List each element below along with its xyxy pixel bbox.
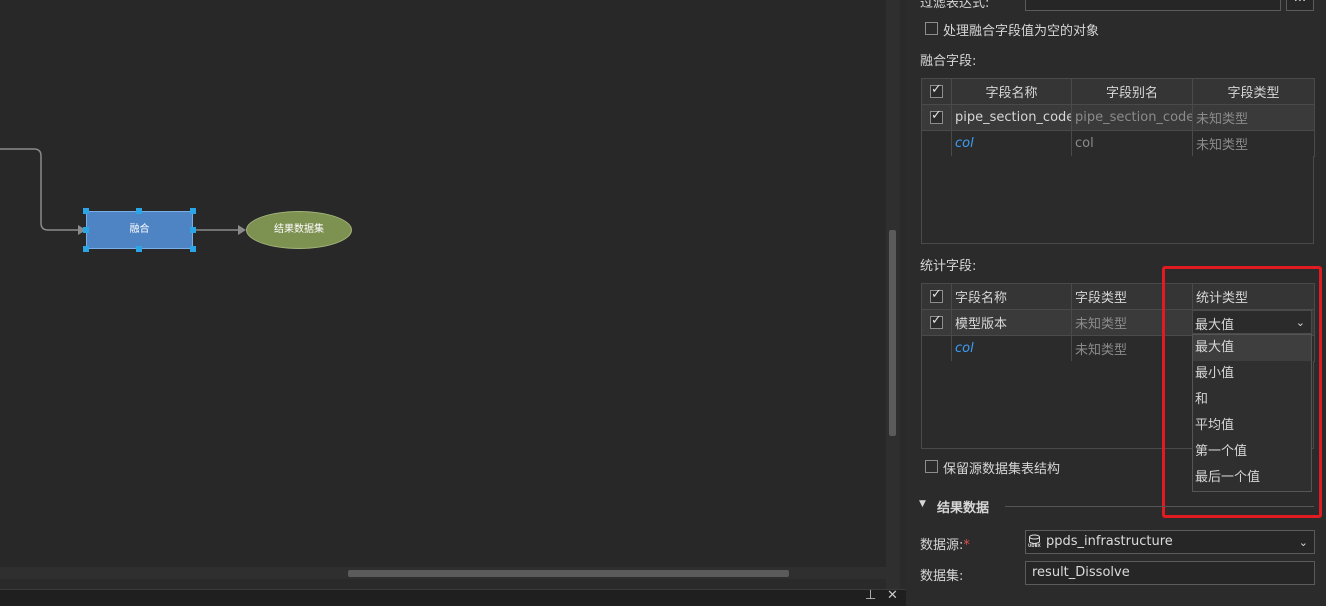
database-icon: UDBX <box>1028 534 1041 549</box>
field-alias-cell: pipe_section_code <box>1071 104 1193 131</box>
table-row[interactable]: pipe_section_code pipe_section_code 未知类型 <box>921 104 1315 131</box>
resize-handle[interactable] <box>190 246 196 252</box>
datasource-combobox[interactable]: UDBX ppds_infrastructure ⌄ <box>1025 530 1315 554</box>
keep-structure-checkbox[interactable] <box>925 460 938 473</box>
workflow-canvas[interactable]: 融合 结果数据集 <box>0 0 886 567</box>
column-header[interactable]: 字段名称 <box>951 78 1072 105</box>
field-type-cell: 未知类型 <box>1071 335 1193 362</box>
select-all-checkbox[interactable] <box>930 287 943 303</box>
datasource-value: ppds_infrastructure <box>1046 534 1173 549</box>
dissolve-table-empty-area <box>921 156 1314 244</box>
handle-null-checkbox[interactable] <box>925 22 938 35</box>
select-all-checkbox[interactable] <box>930 82 943 98</box>
resize-handle[interactable] <box>190 227 196 233</box>
resize-handle[interactable] <box>190 208 196 214</box>
dropdown-option[interactable]: 第一个值 <box>1193 439 1311 465</box>
result-section-title: 结果数据 <box>937 501 990 516</box>
handle-null-label: 处理融合字段值为空的对象 <box>943 24 1100 39</box>
dataset-input[interactable]: result_Dissolve <box>1025 561 1315 585</box>
table-row[interactable]: col col 未知类型 <box>921 130 1315 157</box>
field-type-cell: 未知类型 <box>1192 104 1315 131</box>
bottom-panel-header: ⊥ ✕ <box>0 588 906 606</box>
dropdown-option[interactable]: 最大值 <box>1193 335 1311 361</box>
dropdown-option[interactable]: 和 <box>1193 387 1311 413</box>
filter-input[interactable] <box>1025 0 1281 11</box>
row-checkbox-cell[interactable] <box>921 335 952 362</box>
field-alias-cell: col <box>1071 130 1193 157</box>
filter-label: 过滤表达式: <box>920 0 990 11</box>
resize-handle[interactable] <box>136 246 142 252</box>
table-header-row: 字段名称 字段别名 字段类型 <box>921 78 1315 105</box>
horizontal-scroll-thumb[interactable] <box>348 570 789 577</box>
dissolve-node-label: 融合 <box>129 224 150 235</box>
pin-icon[interactable]: ⊥ <box>865 588 876 603</box>
field-name-cell: 模型版本 <box>951 309 1072 336</box>
dissolve-fields-table: 字段名称 字段别名 字段类型 pipe_section_code pipe_se… <box>921 78 1315 157</box>
dissolve-fields-label: 融合字段: <box>920 54 977 69</box>
field-name-cell: col <box>951 335 1072 362</box>
dissolve-node[interactable]: 融合 <box>86 211 193 249</box>
column-header[interactable]: 字段别名 <box>1071 78 1193 105</box>
column-header[interactable]: 字段类型 <box>1071 283 1193 310</box>
resize-handle[interactable] <box>83 208 89 214</box>
dropdown-option[interactable]: 平均值 <box>1193 413 1311 439</box>
filter-browse-button[interactable]: ... <box>1286 0 1314 11</box>
vertical-scroll-thumb[interactable] <box>889 230 896 436</box>
udbx-icon-text: UDBX <box>1028 543 1041 548</box>
field-type-cell: 未知类型 <box>1192 130 1315 157</box>
column-header[interactable]: 字段名称 <box>951 283 1072 310</box>
dropdown-option[interactable]: 最小值 <box>1193 361 1311 387</box>
field-type-cell: 未知类型 <box>1071 309 1193 336</box>
select-all-header[interactable] <box>921 283 952 310</box>
column-header[interactable]: 统计类型 <box>1192 283 1315 310</box>
row-checkbox-cell[interactable] <box>921 104 952 131</box>
row-checkbox[interactable] <box>930 313 943 329</box>
field-name-cell: col <box>951 130 1072 157</box>
select-all-header[interactable] <box>921 78 952 105</box>
dropdown-option[interactable]: 最后一个值 <box>1193 465 1311 491</box>
result-node-label: 结果数据集 <box>274 224 324 235</box>
collapse-triangle-icon[interactable]: ▼ <box>919 499 926 509</box>
dataset-label: 数据集: <box>920 569 964 584</box>
field-name-cell: pipe_section_code <box>951 104 1072 131</box>
table-header-row: 字段名称 字段类型 统计类型 <box>921 283 1315 310</box>
result-dataset-node[interactable]: 结果数据集 <box>246 211 352 249</box>
resize-handle[interactable] <box>136 208 142 214</box>
datasource-label: 数据源:* <box>920 534 970 553</box>
required-mark: * <box>963 538 970 553</box>
row-checkbox-cell[interactable] <box>921 309 952 336</box>
close-icon[interactable]: ✕ <box>887 588 898 603</box>
stat-type-selected: 最大值 <box>1195 318 1235 333</box>
stat-type-combobox[interactable]: 最大值 ⌄ <box>1192 310 1312 334</box>
resize-handle[interactable] <box>83 227 89 233</box>
section-divider <box>1005 506 1314 507</box>
stat-type-dropdown-list: 最大值 最小值 和 平均值 第一个值 最后一个值 <box>1192 334 1312 492</box>
connector-lines <box>0 148 246 235</box>
column-header[interactable]: 字段类型 <box>1192 78 1315 105</box>
stat-fields-label: 统计字段: <box>920 259 977 274</box>
keep-structure-label: 保留源数据集表结构 <box>943 462 1061 477</box>
datasource-label-text: 数据源: <box>920 538 964 553</box>
chevron-down-icon: ⌄ <box>1298 536 1308 549</box>
row-checkbox-cell[interactable] <box>921 130 952 157</box>
resize-handle[interactable] <box>83 246 89 252</box>
row-checkbox[interactable] <box>930 108 943 124</box>
chevron-down-icon: ⌄ <box>1295 316 1305 329</box>
